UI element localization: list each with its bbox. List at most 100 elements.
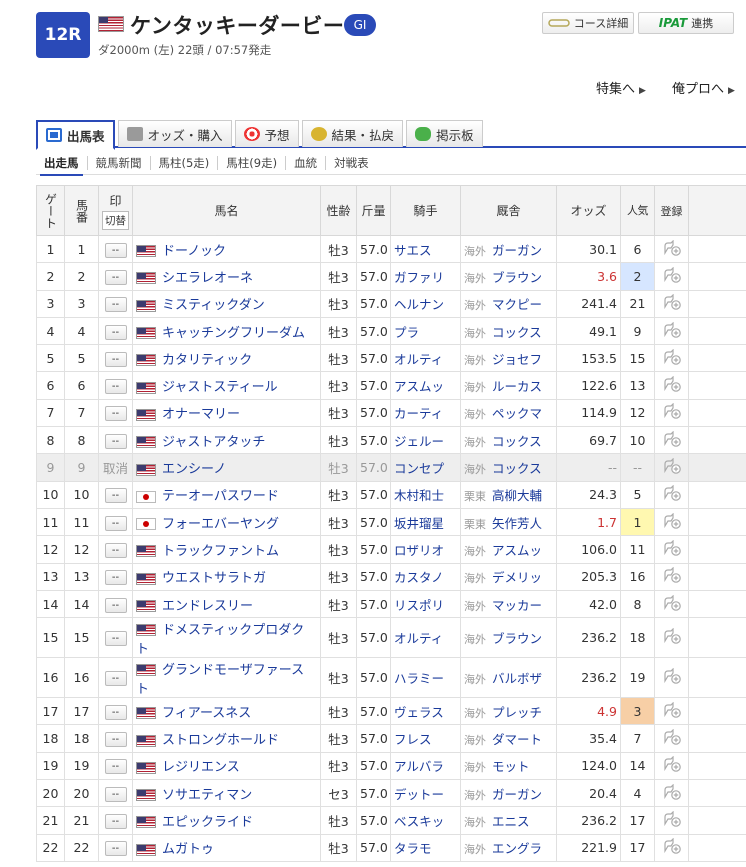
mark-select-button[interactable]: -- [104, 297, 127, 313]
mark-select-button[interactable]: -- [104, 631, 127, 647]
add-favorite-icon[interactable] [662, 701, 682, 718]
jockey-link[interactable]: 木村和士 [394, 488, 444, 503]
trainer-link[interactable]: コックス [492, 434, 542, 449]
header-name[interactable]: 馬名 [132, 185, 321, 236]
trainer-link[interactable]: ダマート [492, 732, 542, 747]
add-favorite-icon[interactable] [662, 729, 682, 745]
mark-select-button[interactable]: -- [104, 515, 127, 531]
add-favorite-icon[interactable] [662, 321, 682, 338]
trainer-link[interactable]: ペックマ [492, 406, 542, 421]
header-pop[interactable]: 人気 [620, 185, 655, 236]
horse-name-link[interactable]: ウエストサラトガ [136, 571, 266, 586]
mark-select-button[interactable]: -- [104, 597, 127, 613]
header-sexage[interactable]: 性齢 [320, 185, 357, 236]
add-favorite-icon[interactable] [662, 512, 682, 529]
tab-result[interactable]: 結果・払戻 [301, 120, 404, 147]
course-detail-button[interactable]: コース詳細 [542, 12, 634, 34]
tab-odds[interactable]: オッズ・購入 [117, 120, 232, 147]
jockey-link[interactable]: ベスキッ [394, 814, 444, 829]
mark-select-button[interactable]: -- [104, 704, 127, 720]
jockey-link[interactable]: フレス [394, 732, 432, 747]
trainer-link[interactable]: マクピー [492, 297, 542, 312]
horse-name-link[interactable]: ムガトゥ [136, 842, 214, 857]
add-favorite-icon[interactable] [662, 756, 682, 773]
add-favorite-icon[interactable] [662, 810, 682, 827]
horse-name-link[interactable]: カタリティック [136, 353, 252, 368]
add-favorite-icon[interactable] [662, 266, 682, 283]
feature-link[interactable]: 特集へ ▶ [596, 78, 646, 97]
trainer-link[interactable]: ブラウン [492, 270, 542, 285]
add-favorite-icon[interactable] [662, 376, 682, 392]
jockey-link[interactable]: アルバラ [394, 759, 444, 774]
mark-select-button[interactable]: -- [104, 542, 127, 558]
horse-name-link[interactable]: トラックファントム [136, 544, 279, 559]
ipat-link-button[interactable]: IPAT 連携 [638, 12, 734, 34]
add-favorite-icon[interactable] [662, 783, 682, 800]
trainer-link[interactable]: コックス [492, 461, 542, 476]
horse-name-link[interactable]: ストロングホールド [136, 733, 279, 748]
horse-name-link[interactable]: レジリエンス [136, 760, 240, 775]
jockey-link[interactable]: プラ [394, 325, 419, 340]
orepro-link[interactable]: 俺プロへ ▶ [672, 78, 735, 97]
horse-name-link[interactable]: シエラレオーネ [136, 271, 253, 286]
trainer-link[interactable]: 矢作芳人 [492, 516, 542, 531]
mark-select-button[interactable]: -- [104, 732, 127, 748]
horse-name-link[interactable]: エンドレスリー [136, 599, 253, 614]
jockey-link[interactable]: タラモ [394, 841, 432, 856]
trainer-link[interactable]: アスムッ [492, 543, 542, 558]
horse-name-link[interactable]: ドーノック [136, 244, 226, 259]
trainer-link[interactable]: コックス [492, 325, 542, 340]
add-favorite-icon[interactable] [662, 348, 682, 365]
subtab-taisen[interactable]: 対戦表 [326, 156, 377, 170]
trainer-link[interactable]: ルーカス [492, 379, 542, 394]
mark-select-button[interactable]: -- [104, 406, 127, 422]
jockey-link[interactable]: アスムッ [394, 379, 444, 394]
mark-select-button[interactable]: -- [104, 786, 127, 802]
jockey-link[interactable]: ロザリオ [394, 543, 444, 558]
mark-select-button[interactable]: -- [104, 242, 127, 258]
mark-select-button[interactable]: -- [104, 813, 127, 829]
horse-name-link[interactable]: テーオーパスワード [136, 489, 279, 504]
mark-select-button[interactable]: -- [104, 379, 127, 395]
subtab-bachu9[interactable]: 馬柱(9走) [218, 155, 287, 170]
trainer-link[interactable]: デメリッ [492, 570, 542, 585]
trainer-link[interactable]: ブラウン [492, 631, 542, 646]
tab-board[interactable]: 掲示板 [406, 120, 483, 147]
trainer-link[interactable]: エングラ [492, 841, 542, 856]
mark-select-button[interactable]: -- [104, 759, 127, 775]
jockey-link[interactable]: サエス [394, 243, 432, 258]
jockey-link[interactable]: カスタノ [394, 570, 444, 585]
jockey-link[interactable]: ヴェラス [394, 705, 444, 720]
trainer-link[interactable]: 高柳大輔 [492, 488, 542, 503]
trainer-link[interactable]: エニス [492, 814, 530, 829]
header-trainer[interactable]: 厩舎 [460, 185, 557, 236]
add-favorite-icon[interactable] [662, 594, 682, 611]
trainer-link[interactable]: ガーガン [492, 243, 542, 258]
trainer-link[interactable]: バルボザ [492, 671, 542, 686]
tab-shutuba[interactable]: 出馬表 [36, 120, 115, 150]
horse-name-link[interactable]: ドメスティックプロダクト [136, 623, 304, 657]
horse-name-link[interactable]: ソサエティマン [136, 788, 252, 803]
trainer-link[interactable]: プレッチ [492, 705, 542, 720]
jockey-link[interactable]: オルティ [394, 352, 443, 367]
header-gate[interactable]: ゲート [36, 185, 65, 236]
mark-select-button[interactable]: -- [104, 841, 127, 857]
horse-name-link[interactable]: ジャストアタッチ [136, 435, 265, 450]
subtab-shussoba[interactable]: 出走馬 [36, 155, 88, 176]
header-odds[interactable]: オッズ [556, 185, 621, 236]
mark-select-button[interactable]: -- [104, 570, 127, 586]
mark-select-button[interactable]: -- [104, 324, 127, 340]
trainer-link[interactable]: モット [492, 759, 530, 774]
mark-select-button[interactable]: -- [104, 351, 127, 367]
jockey-link[interactable]: ガファリ [394, 270, 444, 285]
add-favorite-icon[interactable] [662, 458, 682, 474]
mark-select-button[interactable]: -- [104, 488, 127, 504]
jockey-link[interactable]: カーティ [394, 406, 443, 421]
jockey-link[interactable]: ジェルー [394, 434, 444, 449]
horse-name-link[interactable]: ジャストスティール [136, 380, 278, 395]
horse-name-link[interactable]: ミスティックダン [136, 298, 265, 313]
trainer-link[interactable]: ジョセフ [492, 352, 542, 367]
jockey-link[interactable]: ヘルナン [394, 297, 444, 312]
trainer-link[interactable]: マッカー [492, 598, 542, 613]
jockey-link[interactable]: コンセプ [394, 461, 444, 476]
